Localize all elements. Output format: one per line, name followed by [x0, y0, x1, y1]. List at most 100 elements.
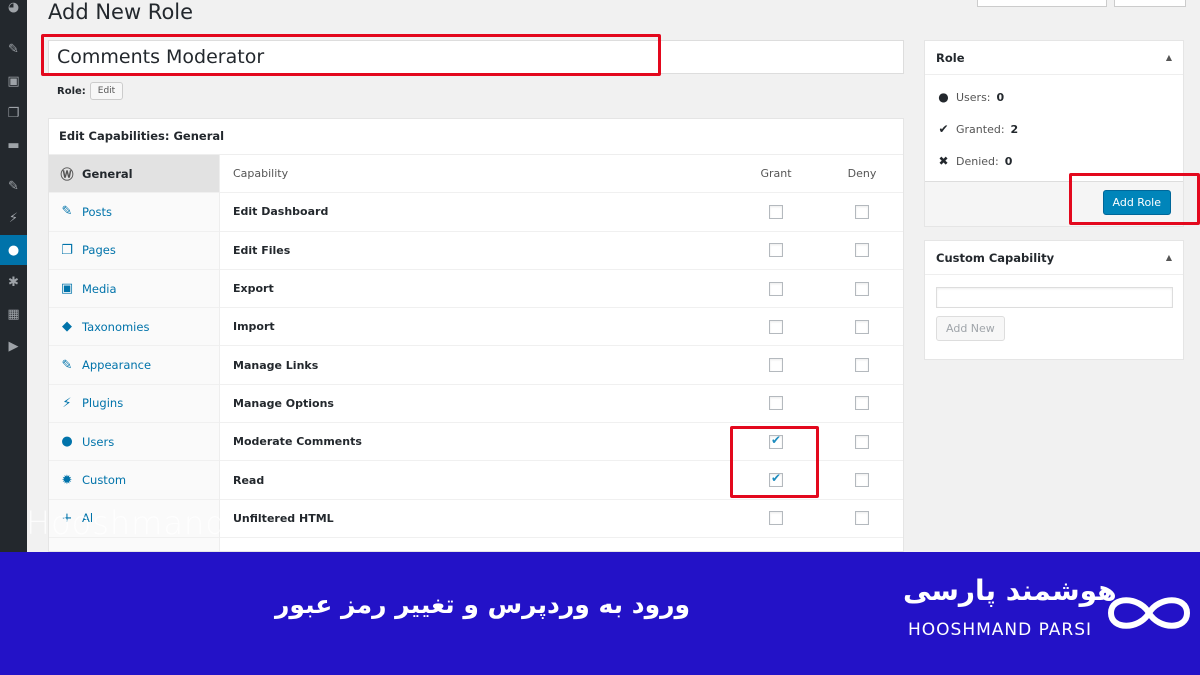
users-count: ● Users: 0 — [925, 81, 1183, 113]
cap-group-pages[interactable]: ❐ Pages — [49, 232, 219, 270]
capability-row: Edit Files — [220, 232, 903, 270]
custom-capability-box: Custom Capability ▲ Add New — [924, 240, 1184, 360]
grant-checkbox[interactable] — [769, 319, 783, 334]
capability-name: Moderate Comments — [233, 435, 362, 449]
capability-name: Manage Options — [233, 396, 334, 410]
screen-options-button[interactable] — [977, 0, 1107, 7]
deny-cell — [819, 396, 903, 411]
grant-checkbox[interactable] — [769, 433, 783, 449]
tools-icon[interactable]: ✱ — [0, 267, 27, 297]
infinity-logo-icon — [1107, 597, 1191, 629]
cap-group-media[interactable]: ▣ Media — [49, 270, 219, 309]
cap-group-posts[interactable]: ✎ Posts — [49, 193, 219, 232]
deny-checkbox[interactable] — [855, 434, 869, 449]
deny-checkbox[interactable] — [855, 243, 869, 258]
user-icon: ● — [61, 434, 73, 450]
cap-group-label: Media — [82, 281, 117, 296]
play-icon[interactable]: ▶ — [0, 331, 27, 361]
watermark-text: Hooshmand — [26, 504, 227, 542]
capability-rows: Edit Dashboard Edit Files Export Import Mana… — [220, 193, 903, 538]
denied-value: 0 — [1004, 154, 1013, 168]
grant-checkbox[interactable] — [769, 281, 783, 296]
deny-checkbox[interactable] — [855, 396, 869, 411]
plug-icon: ⚡ — [62, 395, 72, 411]
page-title: Add New Role — [48, 0, 194, 24]
capability-name: Export — [233, 282, 274, 296]
deny-cell — [819, 204, 903, 219]
users-label: Users: — [956, 90, 991, 104]
cap-group-custom[interactable]: ✹ Custom — [49, 461, 219, 500]
posts-pin-icon[interactable]: ✎ — [0, 34, 27, 64]
deny-checkbox[interactable] — [855, 319, 869, 334]
capability-name: Import — [233, 320, 275, 334]
grant-cell — [733, 396, 819, 411]
deny-checkbox[interactable] — [855, 204, 869, 219]
help-button[interactable] — [1114, 0, 1186, 7]
brush-icon: ✎ — [61, 357, 73, 373]
column-grant: Grant — [760, 167, 792, 181]
grant-cell — [733, 358, 819, 373]
denied-label: Denied: — [956, 154, 999, 168]
dashboard-icon[interactable]: ◕ — [0, 0, 27, 22]
media-icon[interactable]: ▣ — [0, 66, 27, 96]
plugins-icon[interactable]: ⚡ — [0, 203, 27, 233]
grant-checkbox[interactable] — [769, 204, 783, 219]
capability-name: Edit Dashboard — [233, 205, 329, 219]
settings-icon[interactable]: ▦ — [0, 299, 27, 329]
custom-capability-input[interactable] — [936, 287, 1173, 308]
cap-group-general[interactable]: Ⓦ General — [49, 155, 219, 194]
banner-caption: ورود به وردپرس و تغییر رمز عبور — [275, 590, 691, 619]
grant-cell — [733, 243, 819, 258]
cap-group-plugins[interactable]: ⚡ Plugins — [49, 385, 219, 424]
role-name-input[interactable]: Comments Moderator — [48, 40, 904, 74]
grant-checkbox[interactable] — [769, 511, 783, 526]
cap-group-label: Taxonomies — [82, 319, 150, 334]
capability-row: Manage Links — [220, 346, 903, 385]
pages-icon[interactable]: ❐ — [0, 98, 27, 128]
custom-capability-header[interactable]: Custom Capability ▲ — [925, 241, 1183, 275]
collapse-arrow-icon[interactable]: ▲ — [1166, 253, 1172, 262]
column-capability: Capability — [233, 167, 289, 181]
deny-checkbox[interactable] — [855, 511, 869, 526]
deny-checkbox[interactable] — [855, 281, 869, 296]
capability-row: Export — [220, 270, 903, 309]
role-slug-edit-button[interactable]: Edit — [89, 82, 124, 100]
deny-checkbox[interactable] — [855, 473, 869, 488]
cap-group-appearance[interactable]: ✎ Appearance — [49, 346, 219, 385]
cap-group-taxonomies[interactable]: ◆ Taxonomies — [49, 308, 219, 347]
deny-checkbox[interactable] — [855, 358, 869, 373]
capability-row: Manage Options — [220, 385, 903, 424]
grant-checkbox[interactable] — [769, 358, 783, 373]
add-new-capability-button[interactable]: Add New — [936, 316, 1005, 341]
granted-count: ✔ Granted: 2 — [925, 113, 1183, 145]
brand-name-english: HOOSHMAND PARSI — [908, 620, 1093, 640]
add-role-button[interactable]: Add Role — [1102, 190, 1171, 215]
cap-group-users[interactable]: ● Users — [49, 423, 219, 462]
deny-cell — [819, 358, 903, 373]
grant-cell — [733, 281, 819, 296]
cap-group-label: General — [82, 166, 133, 181]
role-box-header[interactable]: Role ▲ — [925, 41, 1183, 75]
brand-banner: ورود به وردپرس و تغییر رمز عبور هوشمند پ… — [0, 552, 1200, 675]
cap-group-label: Posts — [82, 204, 113, 219]
gear-icon: ✹ — [61, 472, 73, 488]
appearance-icon[interactable]: ✎ — [0, 171, 27, 201]
comments-icon[interactable]: ▬ — [0, 130, 27, 160]
grant-checkbox[interactable] — [769, 471, 783, 488]
grant-checkbox[interactable] — [769, 243, 783, 258]
deny-cell — [819, 281, 903, 296]
x-icon: ✖ — [938, 154, 949, 168]
column-deny: Deny — [847, 167, 877, 181]
pages-icon: ❐ — [61, 242, 73, 258]
grant-checkbox[interactable] — [769, 396, 783, 411]
users-icon[interactable]: ● — [0, 235, 27, 265]
cap-group-label: Appearance — [82, 358, 152, 373]
check-icon: ✔ — [938, 122, 949, 136]
role-box-title: Role — [936, 50, 965, 65]
cap-group-label: Custom — [82, 473, 127, 488]
capability-name: Read — [233, 473, 265, 487]
capability-row: Import — [220, 308, 903, 347]
capability-name: Unfiltered HTML — [233, 511, 334, 525]
collapse-arrow-icon[interactable]: ▲ — [1166, 53, 1172, 62]
capabilities-heading: Edit Capabilities: General — [49, 119, 903, 155]
